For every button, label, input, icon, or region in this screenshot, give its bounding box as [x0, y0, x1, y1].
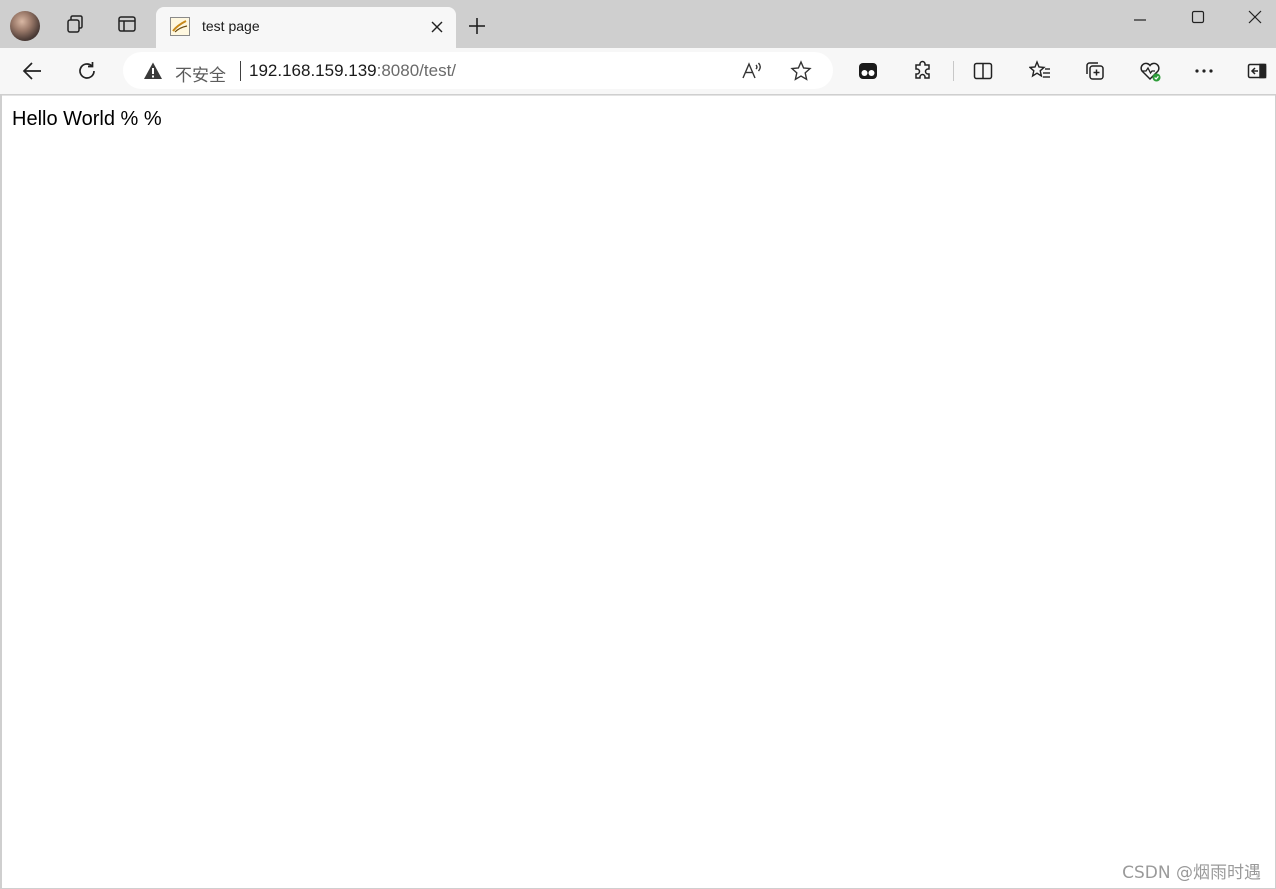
tab-actions-icon[interactable] [855, 58, 881, 84]
split-screen-icon[interactable] [970, 58, 996, 84]
title-bar: test page [0, 0, 1276, 48]
address-bar[interactable]: 不安全 192.168.159.139:8080/test/ [123, 52, 833, 89]
warning-icon[interactable] [143, 61, 163, 81]
back-icon[interactable] [18, 57, 46, 85]
url-path: :8080/test/ [376, 61, 457, 80]
new-tab-icon[interactable] [466, 15, 488, 37]
read-aloud-icon[interactable] [740, 59, 764, 83]
sidebar-toggle-icon[interactable] [1244, 58, 1270, 84]
tab-title: test page [202, 18, 260, 34]
favorites-icon[interactable] [1027, 58, 1053, 84]
address-divider [240, 61, 241, 81]
favorite-star-icon[interactable] [789, 59, 813, 83]
csdn-watermark: CSDN @烟雨时遇 [1122, 863, 1261, 883]
navigation-toolbar: 不安全 192.168.159.139:8080/test/ [0, 48, 1276, 94]
tab-test-page[interactable]: test page [156, 7, 456, 48]
tomcat-favicon-icon [170, 17, 190, 36]
collections-icon[interactable] [1082, 58, 1108, 84]
browser-essentials-icon[interactable] [1137, 58, 1163, 84]
url-text[interactable]: 192.168.159.139:8080/test/ [249, 61, 456, 81]
toolbar-divider [953, 61, 954, 81]
refresh-icon[interactable] [73, 57, 101, 85]
page-text: Hello World % % [12, 108, 162, 130]
close-tab-icon[interactable] [428, 18, 446, 36]
url-host: 192.168.159.139 [249, 61, 377, 80]
extensions-icon[interactable] [910, 58, 936, 84]
profile-avatar[interactable] [10, 11, 40, 41]
vertical-tabs-icon[interactable] [114, 11, 140, 37]
more-options-icon[interactable] [1191, 58, 1217, 84]
close-window-icon[interactable] [1243, 6, 1267, 28]
page-content: Hello World % % CSDN @烟雨时遇 [2, 95, 1275, 888]
workspaces-icon[interactable] [62, 11, 88, 37]
minimize-icon[interactable] [1128, 6, 1152, 28]
security-status-label[interactable]: 不安全 [175, 61, 226, 86]
maximize-icon[interactable] [1186, 6, 1210, 28]
